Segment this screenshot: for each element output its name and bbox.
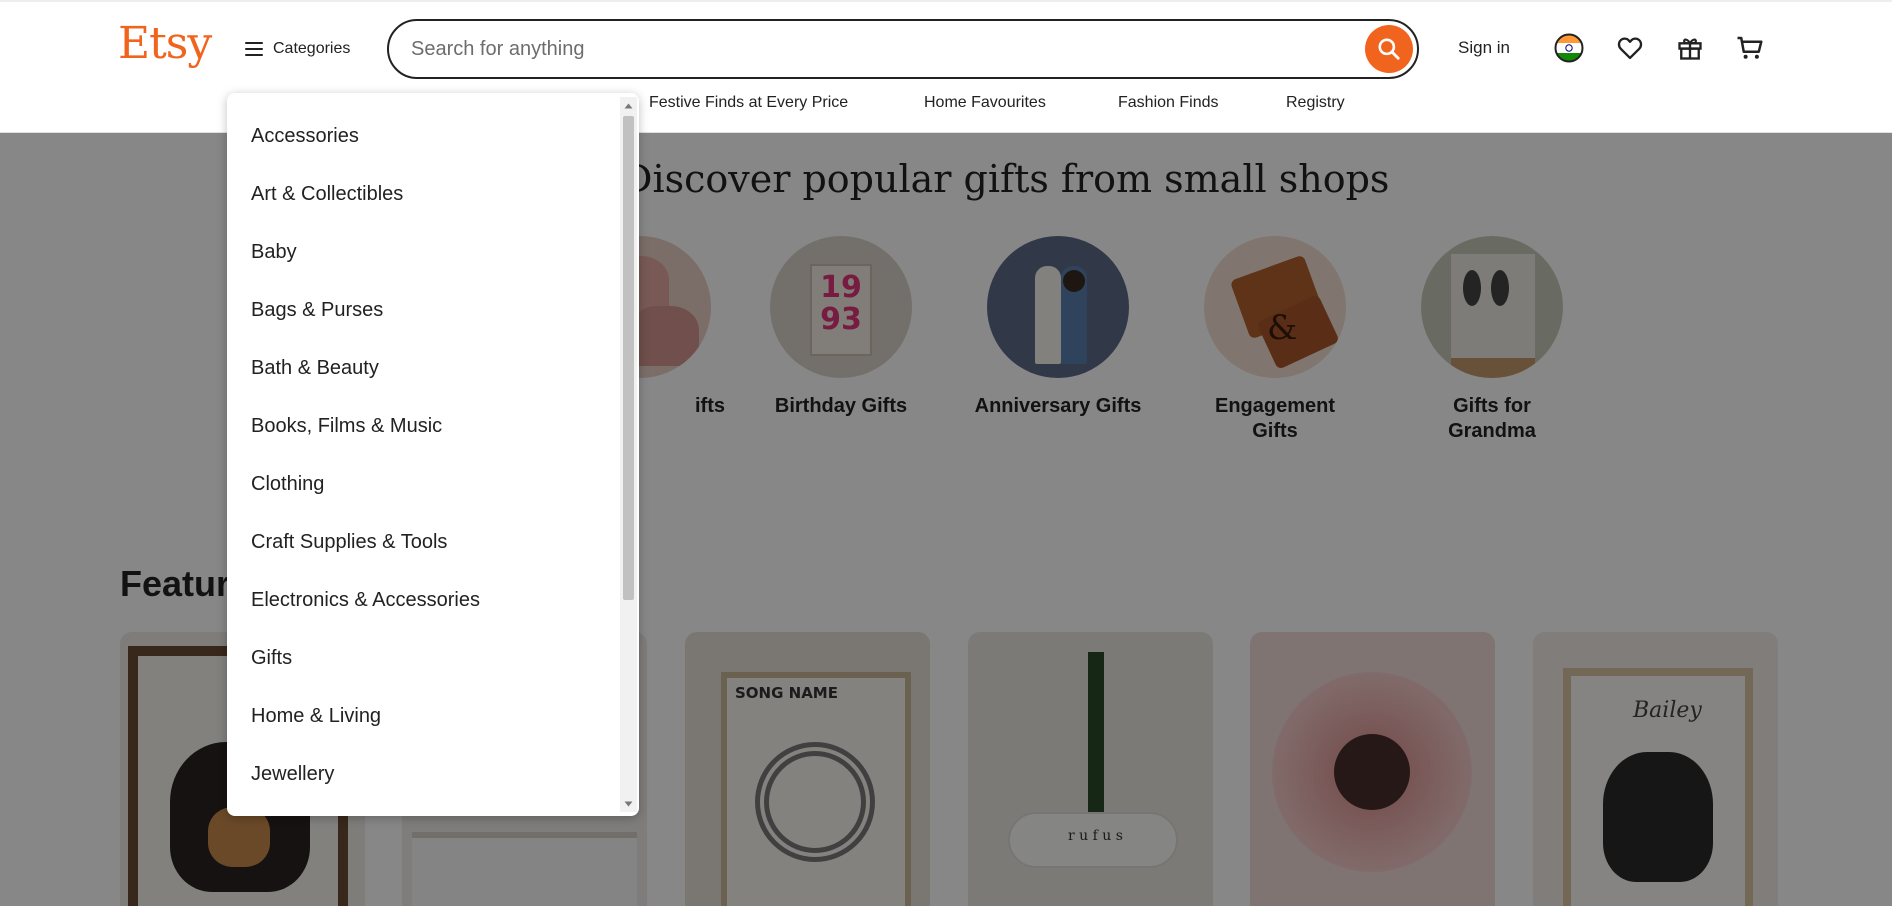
category-accessories[interactable]: Accessories (227, 107, 617, 165)
subnav-registry[interactable]: Registry (1286, 94, 1345, 112)
category-home-living[interactable]: Home & Living (227, 687, 617, 745)
etsy-logo[interactable]: Etsy (118, 18, 212, 69)
category-clothing[interactable]: Clothing (227, 455, 617, 513)
category-craft-supplies-tools[interactable]: Craft Supplies & Tools (227, 513, 617, 571)
categories-label: Categories (273, 40, 351, 57)
search-input[interactable] (411, 34, 1341, 64)
subnav-fashion-finds[interactable]: Fashion Finds (1118, 94, 1219, 112)
category-electronics-accessories[interactable]: Electronics & Accessories (227, 571, 617, 629)
category-jewellery[interactable]: Jewellery (227, 745, 617, 803)
category-bags-purses[interactable]: Bags & Purses (227, 281, 617, 339)
category-gifts[interactable]: Gifts (227, 629, 617, 687)
hamburger-icon (245, 42, 263, 56)
scroll-up-arrow-icon[interactable] (620, 97, 637, 114)
heart-icon[interactable] (1612, 30, 1648, 66)
category-baby[interactable]: Baby (227, 223, 617, 281)
etsy-page: Etsy Categories Sign in (0, 0, 1892, 906)
search-bar (387, 19, 1419, 79)
scroll-down-arrow-icon[interactable] (620, 795, 637, 812)
search-button[interactable] (1365, 25, 1413, 73)
category-books-films-music[interactable]: Books, Films & Music (227, 397, 617, 455)
category-bath-beauty[interactable]: Bath & Beauty (227, 339, 617, 397)
category-art-collectibles[interactable]: Art & Collectibles (227, 165, 617, 223)
dropdown-scrollbar[interactable] (620, 97, 637, 812)
categories-dropdown: Accessories Art & Collectibles Baby Bags… (227, 93, 639, 816)
categories-list: Accessories Art & Collectibles Baby Bags… (227, 93, 617, 816)
scrollbar-thumb[interactable] (623, 116, 634, 600)
search-icon (1378, 38, 1400, 60)
sign-in-link[interactable]: Sign in (1458, 38, 1510, 58)
subnav-festive-finds[interactable]: Festive Finds at Every Price (649, 94, 848, 112)
cart-icon[interactable] (1732, 30, 1768, 66)
categories-button[interactable]: Categories (245, 32, 350, 66)
subnav-home-favourites[interactable]: Home Favourites (924, 94, 1046, 112)
india-flag-icon[interactable] (1551, 30, 1587, 66)
gift-icon[interactable] (1672, 30, 1708, 66)
